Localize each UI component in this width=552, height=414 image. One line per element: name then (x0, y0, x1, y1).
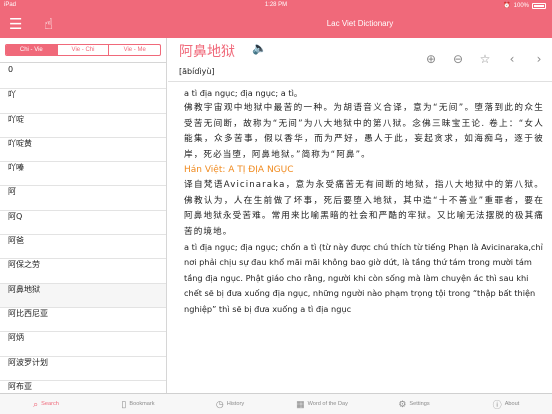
search-icon: ⌕ (33, 398, 39, 409)
forward-icon[interactable]: › (532, 52, 546, 66)
chinese-definition: 佛教宇宙观中地狱中最苦的一种。为胡语音义合译，意为“无间”。堕落到此的众生受苦无… (184, 103, 544, 160)
han-viet-reading: Hán Việt: A TỊ ĐỊA NGỤC (184, 165, 294, 176)
battery-percent: 100% (513, 2, 529, 9)
tab-label: Settings (409, 401, 430, 407)
zoom-in-icon[interactable]: ⊕ (424, 52, 438, 66)
tab-bookmark[interactable]: ▯ Bookmark (92, 394, 184, 414)
list-item[interactable]: 阿波罗计划 (0, 357, 166, 381)
tab-history[interactable]: ◷ History (184, 394, 276, 414)
list-item[interactable]: 阿 (0, 186, 166, 211)
list-item[interactable]: 阿鼻地狱 (0, 283, 166, 308)
tab-search[interactable]: ⌕ Search (0, 394, 92, 414)
entry-content: a tì địa ngục; địa ngục; a tì。 佛教宇宙观中地狱中… (184, 86, 544, 317)
tab-label: History (226, 401, 245, 407)
tab-about[interactable]: ⓘ About (460, 394, 552, 414)
history-icon: ◷ (215, 398, 224, 409)
back-icon[interactable]: ‹ (505, 52, 519, 66)
info-icon: ⓘ (492, 399, 502, 410)
tab-vie-me[interactable]: Vie - Me (108, 45, 160, 55)
list-item[interactable]: 吖啶 (0, 114, 166, 138)
hand-icon[interactable]: ☝ (44, 15, 53, 33)
star-icon[interactable]: ☆ (478, 52, 492, 66)
divider (168, 81, 552, 82)
tab-chi-vie[interactable]: Chi - Vie (6, 45, 57, 55)
entry-toolbar: ⊕ ⊖ ☆ ‹ › (424, 52, 546, 66)
list-item[interactable]: 0 (0, 65, 166, 90)
tab-label: Search (41, 401, 59, 407)
chinese-definition-2: 译自梵语Avicinaraka，意为永受痛苦无有间断的地狱，指八大地狱中的第八狱… (184, 180, 544, 237)
list-item[interactable]: 阿保之劳 (0, 259, 166, 284)
app-title: Lac Viet Dictionary (326, 19, 394, 28)
divider (0, 62, 166, 63)
nav-bar: ☰ ☝ Lac Viet Dictionary (0, 11, 552, 38)
tab-word-of-the-day[interactable]: ▦ Word of the Day (276, 394, 368, 414)
list-item[interactable]: 吖嗪 (0, 162, 166, 187)
tab-label: Bookmark (129, 401, 155, 407)
battery-icon (532, 2, 546, 9)
battery-status: ⏰ 100% (503, 2, 546, 9)
word-list: 0 吖吖啶 吖啶黄 吖嗪阿阿Q 阿爸 阿保之劳 阿鼻地狱 阿比西尼亚 阿炳 阿波罗计划 阿布亚 (0, 65, 166, 406)
status-bar: iPad 1:28 PM ⏰ 100% (0, 0, 552, 11)
headword: 阿鼻地狱 (179, 44, 235, 60)
word-list-panel: Chi - Vie Vie - Chi Vie - Me 0 吖吖啶 吖啶黄 吖嗪阿阿… (0, 38, 167, 406)
bookmark-icon: ▯ (121, 398, 127, 409)
vietnamese-gloss: a tì địa ngục; địa ngục; a tì。 (184, 88, 303, 98)
list-item[interactable]: 吖啶黄 (0, 138, 166, 163)
clock: 1:28 PM (264, 2, 288, 8)
phonetic: [ābídìyù] (179, 67, 215, 76)
list-item[interactable]: 阿Q (0, 211, 166, 236)
zoom-out-icon[interactable]: ⊖ (451, 52, 465, 66)
list-item[interactable]: 阿炳 (0, 332, 166, 357)
alarm-icon: ⏰ (503, 3, 511, 9)
tab-vie-chi[interactable]: Vie - Chi (56, 45, 109, 55)
dictionary-selector: Chi - Vie Vie - Chi Vie - Me (5, 44, 161, 56)
speaker-icon[interactable]: 🔈 (252, 41, 267, 55)
menu-icon[interactable]: ☰ (9, 15, 22, 33)
entry-panel: 阿鼻地狱 🔈 ⊕ ⊖ ☆ ‹ › [ābídìyù] a tì địa ngục… (168, 38, 552, 393)
list-item[interactable]: 吖 (0, 89, 166, 114)
vietnamese-definition: a tì địa ngục; địa ngục; chốn a tì (từ n… (184, 242, 543, 314)
gear-icon: ⚙ (398, 398, 407, 409)
list-item[interactable]: 阿爸 (0, 235, 166, 260)
tab-label: Word of the Day (307, 401, 348, 407)
tab-settings[interactable]: ⚙ Settings (368, 394, 460, 414)
tab-bar: ⌕ Search ▯ Bookmark ◷ History ▦ Word of … (0, 393, 552, 414)
list-item[interactable]: 阿比西尼亚 (0, 308, 166, 333)
tab-label: About (504, 401, 520, 407)
calendar-icon: ▦ (296, 398, 305, 409)
